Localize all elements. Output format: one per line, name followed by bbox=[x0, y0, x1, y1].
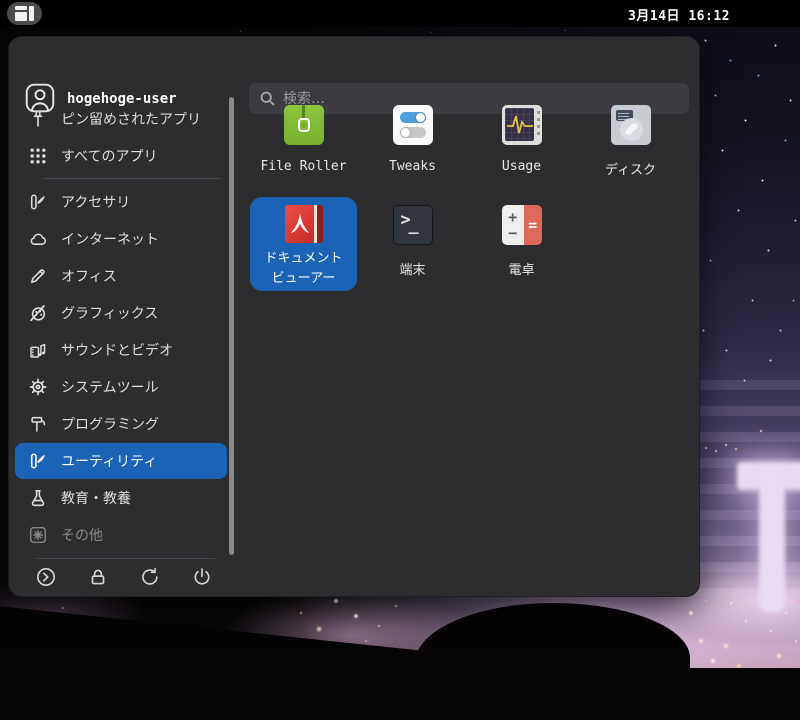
clock[interactable]: 3月14日 16:12 bbox=[628, 5, 730, 24]
app-tweaks[interactable]: Tweaks bbox=[358, 97, 467, 197]
sidebar-item-label: サウンドとビデオ bbox=[61, 343, 173, 359]
restart-icon bbox=[142, 567, 158, 585]
utility-knife-icon bbox=[30, 453, 45, 469]
monitor-graph-icon bbox=[501, 105, 542, 145]
sidebar-item-internet[interactable]: インターネット bbox=[15, 221, 227, 257]
app-document-viewer[interactable]: ドキュメント ビューアー bbox=[250, 197, 357, 291]
flask-icon bbox=[31, 490, 45, 507]
lock-screen-button[interactable] bbox=[85, 564, 111, 590]
app-file-roller[interactable]: File Roller bbox=[249, 97, 358, 197]
gear-icon bbox=[29, 378, 47, 396]
terminal-icon: > _ bbox=[392, 205, 433, 245]
toggles-icon bbox=[392, 105, 433, 145]
wallpaper-hill-right bbox=[688, 674, 800, 720]
sidebar-item-accessories[interactable]: アクセサリ bbox=[15, 184, 227, 220]
app-menu-button[interactable] bbox=[7, 2, 42, 25]
session-buttons bbox=[33, 562, 215, 592]
app-label: Tweaks bbox=[389, 159, 436, 174]
power-icon bbox=[194, 568, 210, 585]
logout-button[interactable] bbox=[33, 564, 59, 590]
sidebar-item-label: アクセサリ bbox=[61, 195, 131, 211]
sidebar-item-other[interactable]: その他 bbox=[15, 517, 227, 553]
sidebar-divider bbox=[43, 178, 221, 179]
top-bar: 3月14日 16:12 bbox=[0, 0, 800, 27]
app-grid-row2: ドキュメント ビューアー > _ 端末 + − = 電卓 bbox=[249, 197, 693, 297]
app-label: ドキュメント ビューアー bbox=[264, 251, 343, 286]
sidebar-item-graphics[interactable]: グラフィックス bbox=[15, 295, 227, 331]
sidebar-item-label: インターネット bbox=[61, 232, 159, 248]
sidebar-item-label: 教育・教養 bbox=[61, 491, 131, 507]
app-usage[interactable]: Usage bbox=[467, 97, 576, 197]
sidebar-item-label: すべてのアプリ bbox=[61, 149, 158, 165]
sidebar-item-label: システムツール bbox=[61, 380, 159, 396]
sidebar-item-programming[interactable]: プログラミング bbox=[15, 406, 227, 442]
sidebar-item-label: オフィス bbox=[61, 269, 117, 285]
app-label: 端末 bbox=[399, 263, 426, 278]
session-divider bbox=[37, 558, 215, 559]
sidebar-item-all-apps[interactable]: すべてのアプリ bbox=[15, 138, 227, 174]
app-label: File Roller bbox=[260, 159, 347, 174]
app-label: ディスク bbox=[604, 163, 657, 178]
wallpaper-foreground bbox=[0, 668, 800, 720]
sidebar-item-label: プログラミング bbox=[61, 417, 159, 433]
window-layout-icon bbox=[15, 6, 34, 21]
sidebar-item-education[interactable]: 教育・教養 bbox=[15, 480, 227, 516]
film-note-icon bbox=[30, 343, 46, 358]
wallpaper-letter-t-stem bbox=[759, 466, 785, 612]
sidebar-item-office[interactable]: オフィス bbox=[15, 258, 227, 294]
app-label: Usage bbox=[501, 159, 542, 174]
harddisk-icon bbox=[610, 105, 651, 145]
restart-button[interactable] bbox=[137, 564, 163, 590]
pdf-book-icon bbox=[282, 202, 326, 246]
sidebar-item-label: グラフィックス bbox=[61, 306, 159, 322]
sidebar-item-label: ピン留めされたアプリ bbox=[61, 112, 201, 128]
hammer-icon bbox=[31, 416, 46, 432]
cloud-icon bbox=[30, 233, 47, 245]
pin-icon bbox=[33, 110, 43, 127]
app-disks[interactable]: ディスク bbox=[576, 97, 685, 197]
application-menu-panel: hogehoge-user ピン留めされたアプリ すべてのアプリ bbox=[8, 36, 700, 597]
logout-icon bbox=[37, 568, 55, 586]
calculator-icon: + − = bbox=[501, 205, 542, 245]
app-document-viewer-cell: ドキュメント ビューアー bbox=[249, 197, 358, 297]
sidebar-scrollbar[interactable] bbox=[229, 97, 234, 555]
utility-knife-icon bbox=[30, 194, 45, 210]
app-label: 電卓 bbox=[508, 263, 535, 278]
power-off-button[interactable] bbox=[189, 564, 215, 590]
sidebar-item-system-tools[interactable]: システムツール bbox=[15, 369, 227, 405]
app-grid-row1: File Roller Tweaks Usage ディスク bbox=[249, 97, 693, 197]
sidebar-item-label: その他 bbox=[61, 528, 103, 544]
app-calculator[interactable]: + − = 電卓 bbox=[467, 197, 576, 297]
app-grid-icon bbox=[30, 148, 46, 164]
app-terminal[interactable]: > _ 端末 bbox=[358, 197, 467, 297]
sidebar-item-label: ユーティリティ bbox=[61, 454, 158, 470]
palette-icon bbox=[30, 305, 46, 322]
sidebar-item-sound-video[interactable]: サウンドとビデオ bbox=[15, 332, 227, 368]
pencil-icon bbox=[31, 269, 45, 283]
sidebar-item-pinned-apps[interactable]: ピン留めされたアプリ bbox=[15, 101, 227, 137]
misc-gear-icon bbox=[29, 526, 47, 544]
sidebar-item-utilities[interactable]: ユーティリティ bbox=[15, 443, 227, 479]
archive-icon bbox=[283, 105, 324, 145]
lock-icon bbox=[91, 569, 105, 585]
